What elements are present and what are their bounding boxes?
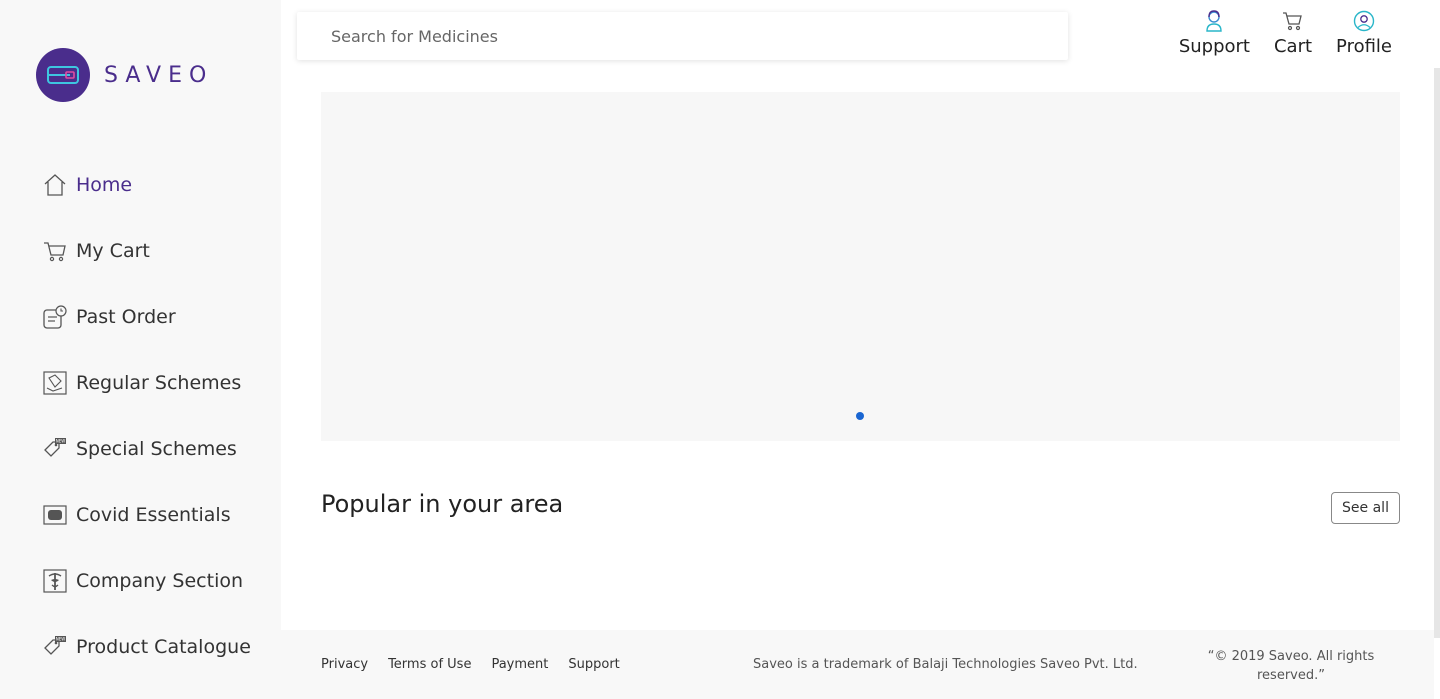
cart-icon [1282, 8, 1304, 34]
sidebar-item-home[interactable]: Home [42, 152, 272, 218]
profile-label: Profile [1336, 36, 1392, 57]
brand-logo[interactable]: SAVEO [36, 48, 213, 102]
support-agent-icon [1204, 8, 1224, 34]
sidebar-item-covid-essentials[interactable]: Covid Essentials [42, 482, 272, 548]
cart-icon [42, 238, 68, 264]
sidebar-item-label: Special Schemes [76, 438, 237, 460]
support-label: Support [1178, 36, 1250, 57]
cart-button[interactable]: Cart [1274, 8, 1312, 57]
trademark-text: Saveo is a trademark of Balaji Technolog… [753, 657, 1138, 672]
profile-button[interactable]: Profile [1336, 8, 1392, 57]
sidebar-item-label: Regular Schemes [76, 372, 242, 394]
new-tag-icon: NEW [42, 634, 68, 660]
covid-icon [42, 502, 68, 528]
sidebar-item-product-catalogue[interactable]: NEW Product Catalogue [42, 614, 272, 680]
sidebar-item-past-order[interactable]: Past Order [42, 284, 272, 350]
sidebar-item-label: My Cart [76, 240, 150, 262]
see-all-button[interactable]: See all [1331, 492, 1400, 524]
footer-link-payment[interactable]: Payment [491, 657, 548, 672]
footer-link-support[interactable]: Support [568, 657, 619, 672]
sidebar-item-label: Home [76, 174, 133, 196]
footer-link-terms[interactable]: Terms of Use [388, 657, 471, 672]
sidebar-item-my-cart[interactable]: My Cart [42, 218, 272, 284]
copyright-text: “© 2019 Saveo. All rights reserved.” [1207, 649, 1375, 683]
sidebar-item-special-schemes[interactable]: NEW Special Schemes [42, 416, 272, 482]
header-actions: Support Cart Profile [1179, 8, 1392, 57]
profile-icon [1353, 8, 1375, 34]
sidebar-item-label: Product Catalogue [76, 636, 251, 658]
scheme-icon [42, 370, 68, 396]
section-title: Popular in your area [321, 490, 564, 518]
company-icon [42, 568, 68, 594]
sidebar-item-regular-schemes[interactable]: Regular Schemes [42, 350, 272, 416]
svg-text:NEW: NEW [56, 637, 66, 642]
footer-links: Privacy Terms of Use Payment Support [321, 657, 620, 672]
brand-name: SAVEO [104, 62, 214, 88]
new-tag-icon: NEW [42, 436, 68, 462]
footer: Privacy Terms of Use Payment Support Sav… [281, 630, 1434, 699]
sidebar-nav: Home My Cart Past Order Regular Schemes … [42, 152, 272, 680]
logo-mark-icon [36, 48, 90, 102]
past-order-icon [42, 304, 68, 330]
sidebar-item-label: Covid Essentials [76, 504, 231, 526]
sidebar-item-label: Past Order [76, 306, 176, 328]
search-input[interactable] [331, 26, 1068, 46]
sidebar-item-label: Company Section [76, 570, 244, 592]
sidebar-item-company-section[interactable]: Company Section [42, 548, 272, 614]
carousel-indicator[interactable] [856, 412, 864, 420]
page-scrollbar[interactable] [1434, 68, 1440, 638]
search-bar[interactable] [297, 12, 1068, 60]
cart-label: Cart [1273, 36, 1313, 57]
svg-text:NEW: NEW [56, 439, 66, 444]
sidebar: SAVEO Home My Cart Past Order Regular Sc… [0, 0, 281, 699]
home-icon [42, 172, 68, 198]
footer-link-privacy[interactable]: Privacy [321, 657, 368, 672]
support-button[interactable]: Support [1179, 8, 1250, 57]
banner-carousel[interactable] [321, 92, 1400, 441]
